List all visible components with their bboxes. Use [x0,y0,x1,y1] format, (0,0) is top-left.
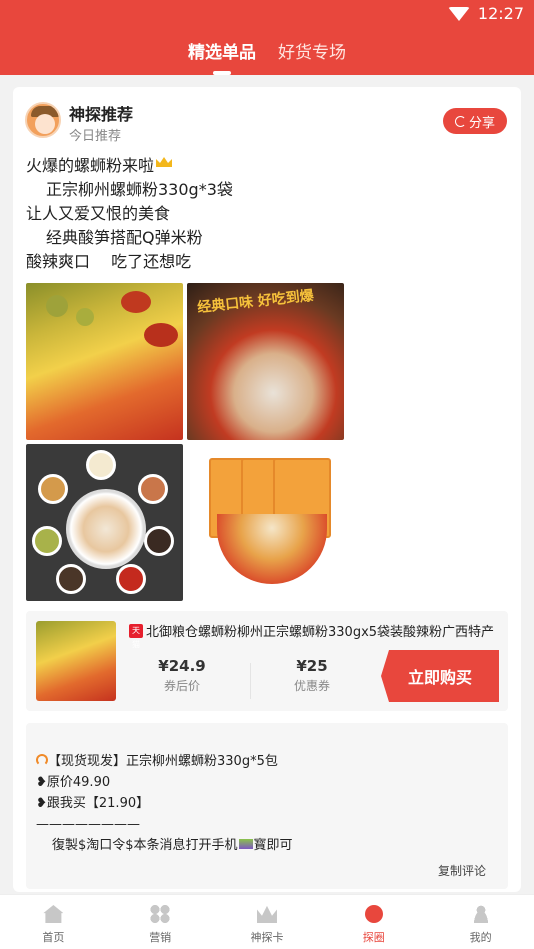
wifi-icon [447,6,470,21]
share-button[interactable]: 分享 [443,108,507,134]
share-label: 分享 [468,115,495,131]
bottom-tab-bar: 首页 营销 神探卡 探圈 我的 [0,894,534,949]
author-name: 神探推荐 [69,105,134,124]
coupon-amount: ¥25 优惠券 [252,657,372,694]
post-card: 神探推荐 今日推荐 分享 火爆的螺蛳粉来啦 正宗柳州螺蛳粉330g*3袋 让人又… [13,87,521,892]
comment-line: ❥跟我买【21.90】 [36,796,150,811]
post-subtitle: 今日推荐 [69,129,122,144]
coupon-value: ¥25 [296,657,328,675]
comment-line: ———————— [36,817,140,832]
post-line: 正宗柳州螺蛳粉330g*3袋 [46,180,233,199]
status-time: 12:27 [477,4,524,23]
tab-marketing[interactable]: 营销 [107,895,214,949]
comment-line: 寳即可 [253,838,293,853]
emoji-icon [238,839,253,849]
comment-line: 復製$淘口令$本条消息打开手机 [52,838,238,853]
comment-line: 【现货现发】正宗柳州螺蛳粉330g*5包 [48,754,278,769]
buy-now-button[interactable]: 立即购买 [381,650,499,702]
header: 精选单品 好货专场 [0,28,534,75]
image-caption: 经典口味 好吃到爆 [196,287,315,317]
tab-label: 首页 [42,931,65,944]
product-card[interactable]: 天猫 北御粮仓螺蛳粉柳州正宗螺蛳粉330gx5袋装酸辣粉广西特产 ¥24.9 券… [26,611,508,711]
price-label: 券后价 [163,679,200,693]
product-title[interactable]: 北御粮仓螺蛳粉柳州正宗螺蛳粉330gx5袋装酸辣粉广西特产 [146,621,496,640]
post-image-noodles[interactable] [26,283,183,440]
post-line: 让人又爱又恨的美食 [26,204,171,223]
grid-icon [150,905,171,923]
tab-home[interactable]: 首页 [0,895,107,949]
tab-label: 神探卡 [250,931,284,944]
post-content: 火爆的螺蛳粉来啦 正宗柳州螺蛳粉330g*3袋 让人又爱又恨的美食 经典酸笋搭配… [26,154,233,274]
loop-icon [36,754,48,766]
post-image-bowl[interactable]: 经典口味 好吃到爆 [187,283,344,440]
comment-box: 【现货现发】正宗柳州螺蛳粉330g*5包 ❥原价49.90 ❥跟我买【21.90… [26,723,508,889]
tmall-badge: 天猫 [129,624,143,649]
post-line: 酸辣爽口 吃了还想吃 [26,252,192,271]
divider [250,663,251,699]
post-image-packages[interactable] [187,444,344,601]
coupon-label: 优惠券 [293,679,330,693]
home-icon [43,905,64,923]
share-icon [454,115,466,127]
post-line: 经典酸笋搭配Q弹米粉 [46,228,203,247]
comment-line: ❥原价49.90 [36,775,111,790]
crown-icon [156,157,173,167]
tab-label: 我的 [469,931,492,944]
post-image-dishes[interactable] [26,444,183,601]
price-after-coupon: ¥24.9 券后价 [122,657,242,694]
tab-profile[interactable]: 我的 [427,895,534,949]
tab-selected-items[interactable]: 精选单品 [188,38,256,63]
product-thumbnail[interactable] [36,621,116,701]
tab-label: 营销 [149,931,172,944]
copy-comment-button[interactable]: 复制评论 [438,862,486,879]
avatar[interactable] [25,102,61,138]
price-value: ¥24.9 [158,657,206,675]
tab-label: 探圈 [362,931,385,944]
tab-good-items[interactable]: 好货专场 [278,38,346,63]
user-icon [470,905,491,923]
circle-icon [364,905,383,923]
tab-detective-card[interactable]: 神探卡 [214,895,321,949]
crown-icon [256,905,277,923]
tab-circle[interactable]: 探圈 [320,895,427,949]
top-tabs: 精选单品 好货专场 [0,38,534,63]
post-line: 火爆的螺蛳粉来啦 [26,156,155,175]
status-bar: 12:27 [0,0,534,28]
